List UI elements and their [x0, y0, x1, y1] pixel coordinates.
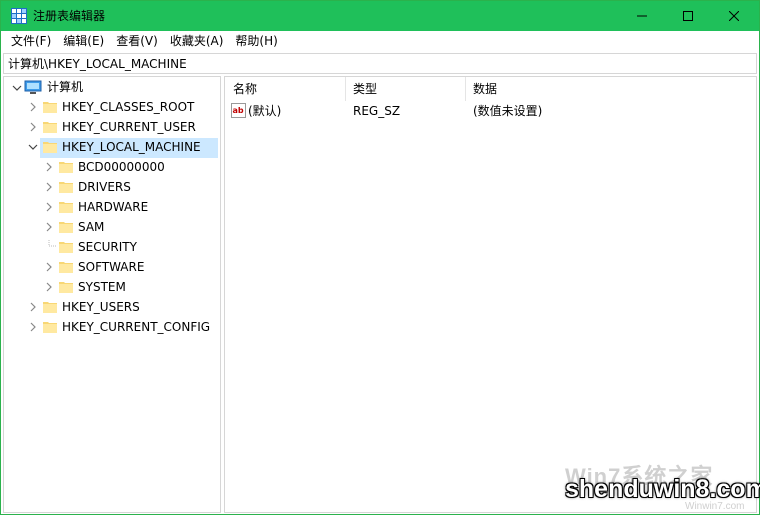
menu-bar: 文件(F) 编辑(E) 查看(V) 收藏夹(A) 帮助(H): [1, 31, 759, 52]
folder-icon: [59, 262, 73, 273]
tree-item-security[interactable]: SECURITY: [75, 238, 140, 256]
tree-item-drivers[interactable]: DRIVERS: [75, 178, 134, 196]
close-button[interactable]: [711, 1, 757, 31]
folder-open-icon: [43, 142, 57, 153]
computer-icon: [24, 80, 42, 94]
folder-icon: [59, 282, 73, 293]
folder-icon: [59, 202, 73, 213]
minimize-button[interactable]: [619, 1, 665, 31]
folder-icon: [59, 162, 73, 173]
tree-item-system[interactable]: SYSTEM: [75, 278, 129, 296]
site-watermark: Win7系统之家 shenduwin8.com Winwin7.com: [557, 459, 760, 515]
window-title: 注册表编辑器: [33, 9, 106, 23]
minimize-icon: [637, 15, 647, 17]
tree-item-hkey-current-config[interactable]: HKEY_CURRENT_CONFIG: [59, 318, 213, 336]
folder-icon: [59, 182, 73, 193]
folder-icon: [59, 242, 73, 253]
tree-item-sam[interactable]: SAM: [75, 218, 107, 236]
chevron-right-icon[interactable]: [43, 161, 55, 173]
value-type: REG_SZ: [353, 104, 401, 118]
chevron-right-icon[interactable]: [43, 261, 55, 273]
watermark-subtext: Winwin7.com: [685, 501, 745, 512]
chevron-right-icon[interactable]: [27, 321, 39, 333]
tree-item-hkey-current-user[interactable]: HKEY_CURRENT_USER: [59, 118, 199, 136]
tree-item-software[interactable]: SOFTWARE: [75, 258, 147, 276]
registry-editor-icon: [11, 8, 27, 24]
key-tree-pane[interactable]: 计算机 HKEY_CLASSES_ROOT HKEY_CURRENT_USER …: [3, 76, 221, 513]
column-header-name[interactable]: 名称: [225, 77, 345, 101]
column-header-type[interactable]: 类型: [345, 77, 465, 101]
title-bar[interactable]: 注册表编辑器: [1, 1, 759, 31]
chevron-down-icon[interactable]: [11, 82, 23, 94]
chevron-right-icon[interactable]: [43, 181, 55, 193]
menu-edit[interactable]: 编辑(E): [57, 31, 110, 52]
tree-connector-line: [48, 240, 56, 247]
tree-item-hardware[interactable]: HARDWARE: [75, 198, 151, 216]
chevron-right-icon[interactable]: [43, 201, 55, 213]
table-row[interactable]: ab (默认) REG_SZ (数值未设置): [225, 101, 756, 121]
folder-icon: [43, 122, 57, 133]
chevron-right-icon[interactable]: [43, 281, 55, 293]
folder-icon: [59, 222, 73, 233]
column-header-data[interactable]: 数据: [465, 77, 665, 101]
value-name: (默认): [248, 104, 282, 118]
registry-editor-window: 注册表编辑器 文件(F) 编辑(E) 查看(V) 收藏夹(A) 帮助(H) 计算…: [0, 0, 760, 515]
chevron-right-icon[interactable]: [27, 101, 39, 113]
menu-file[interactable]: 文件(F): [1, 31, 57, 52]
close-icon: [729, 11, 739, 21]
tree-item-hkey-users[interactable]: HKEY_USERS: [59, 298, 143, 316]
tree-item-bcd00000000[interactable]: BCD00000000: [75, 158, 168, 176]
tree-item-hkey-local-machine[interactable]: HKEY_LOCAL_MACHINE: [59, 138, 204, 156]
menu-help[interactable]: 帮助(H): [229, 31, 283, 52]
maximize-icon: [683, 11, 693, 21]
maximize-button[interactable]: [665, 1, 711, 31]
folder-icon: [43, 102, 57, 113]
folder-icon: [43, 302, 57, 313]
svg-text:ab: ab: [233, 106, 244, 115]
tree-item-hkey-classes-root[interactable]: HKEY_CLASSES_ROOT: [59, 98, 197, 116]
folder-icon: [43, 322, 57, 333]
chevron-down-icon[interactable]: [27, 141, 39, 153]
address-path: 计算机\HKEY_LOCAL_MACHINE: [8, 57, 187, 71]
chevron-right-icon[interactable]: [43, 221, 55, 233]
string-value-icon: ab: [231, 103, 246, 118]
tree-item-computer[interactable]: 计算机: [44, 78, 86, 96]
menu-view[interactable]: 查看(V): [110, 31, 164, 52]
menu-favorites[interactable]: 收藏夹(A): [164, 31, 230, 52]
watermark-text: shenduwin8.com: [565, 475, 760, 503]
chevron-right-icon[interactable]: [27, 121, 39, 133]
address-bar[interactable]: 计算机\HKEY_LOCAL_MACHINE: [3, 53, 757, 74]
chevron-right-icon[interactable]: [27, 301, 39, 313]
value-data: (数值未设置): [473, 104, 543, 118]
values-list-pane[interactable]: 名称 类型 数据 ab (默认) REG_SZ (数值未设置): [224, 76, 757, 513]
